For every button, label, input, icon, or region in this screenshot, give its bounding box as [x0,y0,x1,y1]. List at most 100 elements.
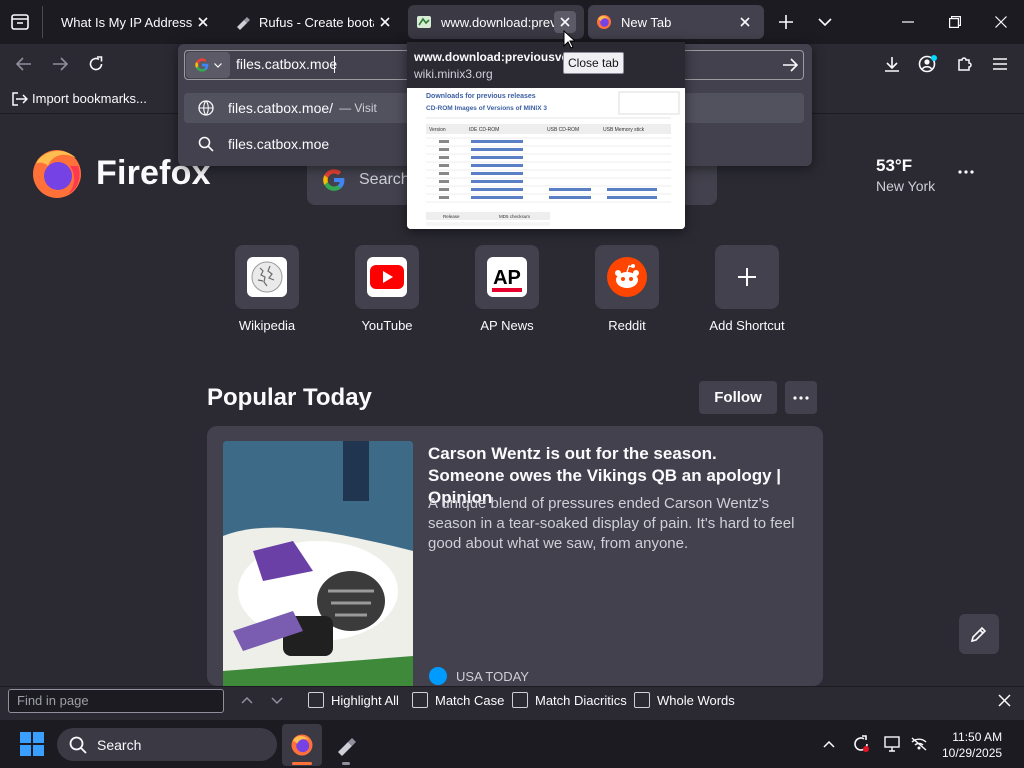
tab-new-tab[interactable]: New Tab [588,5,764,39]
close-find-bar-button[interactable] [994,690,1014,710]
shortcut-label: AP News [480,318,534,333]
tab-preview-header: www.download:previousversions] wiki.mini… [407,42,685,88]
football-player-photo [223,441,413,686]
suggestion-text: files.catbox.moe [228,136,330,152]
shortcut-youtube[interactable] [355,245,419,309]
arrow-left-icon [16,57,31,71]
tab-rufus[interactable]: Rufus - Create bootable USB [226,5,404,39]
tab-close-button[interactable] [192,11,214,33]
find-next-button[interactable] [268,692,286,708]
youtube-icon [370,265,404,289]
customize-button[interactable] [959,614,999,654]
minimize-icon [902,21,914,23]
tab-close-button[interactable] [374,11,396,33]
taskbar-search[interactable]: Search [57,728,277,761]
preview-footer-header: MD5 checksum [499,214,530,219]
close-icon [997,693,1011,707]
follow-button[interactable]: Follow [699,381,777,414]
forward-button[interactable] [48,54,72,74]
google-icon [323,169,345,191]
shortcut-wikipedia[interactable] [235,245,299,309]
new-tab-button[interactable] [774,11,798,33]
add-shortcut-button[interactable] [715,245,779,309]
close-icon [995,16,1007,28]
highlight-all-checkbox[interactable]: Highlight All [308,692,399,708]
plus-icon [738,268,756,286]
list-all-tabs-button[interactable] [813,11,837,33]
restore-button[interactable] [940,11,970,33]
clock-time: 11:50 AM [952,730,1003,744]
preview-page-heading: Downloads for previous releases [426,93,536,100]
search-icon [69,736,87,754]
chevron-down-icon [818,18,832,26]
account-button[interactable] [916,53,940,75]
chevron-up-icon [241,696,253,704]
checkbox-label: Match Case [435,692,505,708]
shortcut-reddit[interactable] [595,245,659,309]
shortcut-label: YouTube [361,318,413,333]
suggestion-text: files.catbox.moe/ [228,100,334,116]
pencil-icon [970,626,987,643]
shortcut-ap-news[interactable]: AP [475,245,539,309]
checkbox-box[interactable] [512,692,528,708]
firefox-view-button[interactable] [8,11,32,33]
checkbox-label: Whole Words [657,692,735,708]
minimize-button[interactable] [893,11,923,33]
sync-icon [854,735,869,752]
story-excerpt: A unique blend of pressures ended Carson… [428,495,795,552]
preview-col-header: USB Memory stick [603,127,645,133]
story-source: USA TODAY [428,666,529,686]
firefox-view-icon [11,14,29,30]
usa-today-icon [429,667,447,685]
start-button[interactable] [20,732,44,756]
taskbar-firefox[interactable] [282,724,322,766]
checkbox-box[interactable] [634,692,650,708]
close-window-button[interactable] [986,11,1016,33]
tab-close-button[interactable] [734,11,756,33]
checkbox-box[interactable] [412,692,428,708]
import-icon [12,91,28,106]
preview-col-header: USB CD-ROM [547,127,579,133]
story-thumbnail[interactable] [223,441,413,686]
search-engine-button[interactable] [186,52,230,78]
tab-what-is-my-ip[interactable]: What Is My IP Address - See [44,5,222,39]
back-button[interactable] [12,54,36,74]
puzzle-icon [958,57,972,71]
svg-text:AP: AP [493,267,521,289]
url-text[interactable]: files.catbox.moe [236,56,337,72]
wikipedia-icon [251,261,283,293]
extensions-button[interactable] [952,54,976,74]
sync-tray-icon[interactable] [850,734,872,754]
minix-favicon [417,16,431,28]
weather-widget[interactable]: 53°F New York [876,156,935,194]
network-tray-icon[interactable] [908,734,930,754]
more-horizontal-icon [793,395,809,400]
running-app-indicator [342,762,350,765]
find-previous-button[interactable] [238,692,256,708]
checkbox-label: Highlight All [331,692,399,708]
find-input[interactable]: Find in page [8,689,224,713]
taskbar-clock[interactable]: 11:50 AM 10/29/2025 [942,729,1002,761]
weather-menu-button[interactable] [957,163,975,181]
reload-button[interactable] [84,54,108,74]
match-diacritics-checkbox[interactable]: Match Diacritics [512,692,627,708]
firefox-icon [291,734,313,756]
go-button[interactable] [778,54,802,76]
app-menu-button[interactable] [988,54,1012,74]
tab-preview-url: wiki.minix3.org [414,67,493,81]
import-bookmarks-button[interactable]: Import bookmarks... [12,91,147,106]
checkbox-box[interactable] [308,692,324,708]
section-menu-button[interactable] [785,381,817,414]
taskbar-rufus[interactable] [326,724,366,766]
match-case-checkbox[interactable]: Match Case [412,692,504,708]
restore-icon [949,16,961,28]
downloads-button[interactable] [880,54,904,74]
tab-minix-downloads[interactable]: www.download:previousversions [408,5,584,39]
whole-words-checkbox[interactable]: Whole Words [634,692,735,708]
tab-title: Rufus - Create bootable USB [259,14,374,30]
tab-preview-title: www.download:previousversions] [414,50,609,64]
preview-col-header: IDE CD-ROM [469,127,499,133]
plus-icon [779,15,793,29]
show-hidden-icons-button[interactable] [818,734,840,754]
display-tray-icon[interactable] [882,734,904,754]
